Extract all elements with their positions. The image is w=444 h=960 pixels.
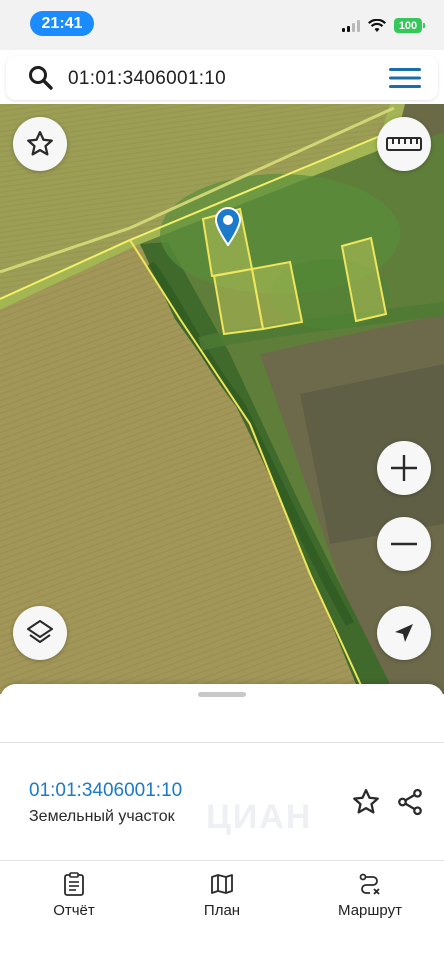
status-bar: 21:41 100: [0, 0, 444, 50]
location-pin-icon[interactable]: [214, 206, 242, 246]
status-time: 21:41: [30, 11, 94, 36]
ruler-icon: [386, 137, 422, 151]
star-icon: [27, 131, 53, 156]
layers-icon: [27, 620, 53, 643]
map-view[interactable]: [0, 104, 444, 694]
tab-route[interactable]: Маршрут: [310, 872, 430, 919]
sheet-drag-handle[interactable]: [198, 692, 246, 697]
share-icon: [398, 788, 422, 816]
battery-indicator: 100: [394, 18, 425, 33]
bottom-sheet[interactable]: ЦИАН 01:01:3406001:10 Земельный участок …: [0, 684, 444, 960]
tab-report-label: Отчёт: [53, 902, 95, 919]
zoom-in-icon: [391, 455, 417, 481]
share-button[interactable]: [392, 784, 428, 820]
tab-plan-label: План: [203, 902, 241, 919]
favorite-button[interactable]: [13, 117, 67, 171]
plot-type-label: Земельный участок: [29, 808, 175, 825]
zoom-out-button[interactable]: [377, 517, 431, 571]
favorite-plot-button[interactable]: [348, 784, 384, 820]
wifi-icon: [368, 18, 386, 32]
tab-route-label: Маршрут: [338, 902, 402, 919]
search-bar[interactable]: 01:01:3406001:10: [6, 56, 438, 100]
locate-arrow-icon: [395, 624, 413, 642]
divider: [0, 860, 444, 861]
satellite-imagery: [0, 104, 444, 694]
ruler-button[interactable]: [377, 117, 431, 171]
route-icon: [359, 873, 380, 895]
layers-button[interactable]: [13, 606, 67, 660]
map-icon: [211, 874, 233, 894]
search-input[interactable]: 01:01:3406001:10: [68, 68, 226, 90]
cellular-signal-icon: [342, 19, 360, 32]
zoom-out-icon: [391, 542, 417, 546]
tab-plan[interactable]: План: [162, 872, 282, 919]
clipboard-icon: [64, 872, 84, 896]
my-location-button[interactable]: [377, 606, 431, 660]
search-icon[interactable]: [28, 65, 54, 91]
zoom-in-button[interactable]: [377, 441, 431, 495]
menu-icon[interactable]: [388, 66, 422, 90]
star-icon: [353, 789, 379, 814]
status-icons: 100: [342, 18, 425, 33]
watermark: ЦИАН: [206, 798, 313, 836]
divider: [0, 742, 444, 743]
tab-report[interactable]: Отчёт: [14, 872, 134, 919]
cadastral-number-link[interactable]: 01:01:3406001:10: [29, 780, 182, 802]
